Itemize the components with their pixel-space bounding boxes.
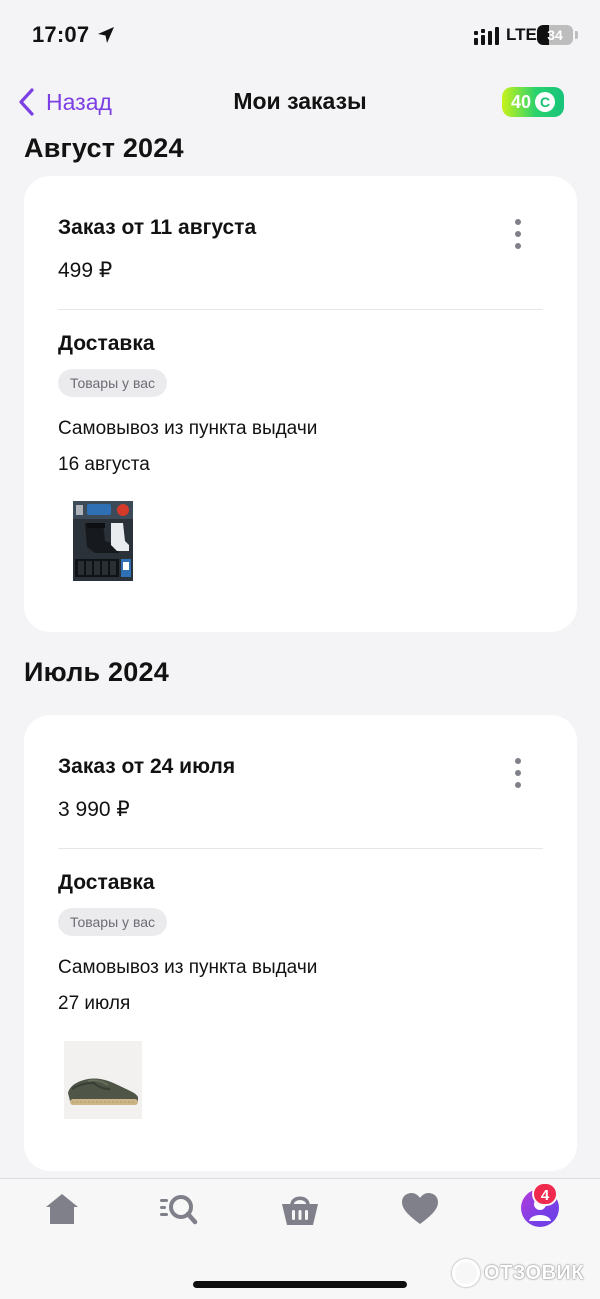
order-title: Заказ от 11 августа xyxy=(58,216,257,239)
order-title: Заказ от 24 июля xyxy=(58,755,236,778)
cart-icon[interactable] xyxy=(280,1191,320,1227)
order-price: 3 990 ₽ xyxy=(58,798,130,821)
product-thumbnail[interactable] xyxy=(64,1041,142,1119)
favorites-heart-icon[interactable] xyxy=(400,1191,440,1227)
battery-indicator: 34 xyxy=(537,25,573,45)
watermark-logo-icon xyxy=(452,1259,480,1287)
month-heading: Август 2024 xyxy=(24,133,184,163)
more-dot-icon xyxy=(515,243,521,249)
more-dot-icon xyxy=(515,219,521,225)
month-heading: Июль 2024 xyxy=(24,657,169,687)
bonus-coin-icon: С xyxy=(535,92,556,112)
more-options-button[interactable] xyxy=(500,758,536,788)
slip-on-shoe-product-icon xyxy=(64,1041,142,1119)
cellular-signal-icon xyxy=(474,27,499,45)
divider xyxy=(58,848,543,849)
home-icon[interactable] xyxy=(42,1191,82,1227)
bonus-amount: 40 xyxy=(511,91,532,112)
delivery-title: Доставка xyxy=(58,332,155,355)
more-dot-icon xyxy=(515,770,521,776)
order-card[interactable]: Заказ от 24 июля 3 990 ₽ Доставка Товары… xyxy=(24,715,577,1171)
status-badge: Товары у вас xyxy=(58,908,168,936)
more-dot-icon xyxy=(515,758,521,764)
status-time: 17:07 xyxy=(32,22,90,47)
divider xyxy=(58,309,543,310)
battery-percent: 34 xyxy=(547,27,563,43)
status-bar: 17:07 LTE 34 xyxy=(0,0,600,70)
network-type: LTE xyxy=(506,25,537,44)
notification-badge: 4 xyxy=(532,1182,558,1206)
more-dot-icon xyxy=(515,782,521,788)
watermark: ОТЗОВИК xyxy=(452,1258,584,1288)
location-arrow-icon xyxy=(98,27,114,43)
pickup-date: 27 июля xyxy=(58,993,131,1014)
more-options-button[interactable] xyxy=(500,219,536,249)
status-badge: Товары у вас xyxy=(58,369,168,397)
home-indicator xyxy=(193,1281,407,1288)
pickup-label: Самовывоз из пункта выдачи xyxy=(58,418,318,439)
watermark-text: ОТЗОВИК xyxy=(484,1261,585,1284)
nav-header: Назад Мои заказы 40 С xyxy=(0,70,600,134)
more-dot-icon xyxy=(515,231,521,237)
socks-product-icon xyxy=(73,501,133,581)
battery-tip xyxy=(575,31,578,39)
order-price: 499 ₽ xyxy=(58,259,113,282)
pickup-date: 16 августа xyxy=(58,454,150,475)
order-card[interactable]: Заказ от 11 августа 499 ₽ Доставка Товар… xyxy=(24,176,577,632)
catalog-search-icon[interactable] xyxy=(159,1191,199,1227)
delivery-title: Доставка xyxy=(58,871,155,894)
pickup-label: Самовывоз из пункта выдачи xyxy=(58,957,318,978)
bonus-balance-badge[interactable]: 40 С xyxy=(502,87,564,117)
product-thumbnail[interactable] xyxy=(73,501,133,581)
